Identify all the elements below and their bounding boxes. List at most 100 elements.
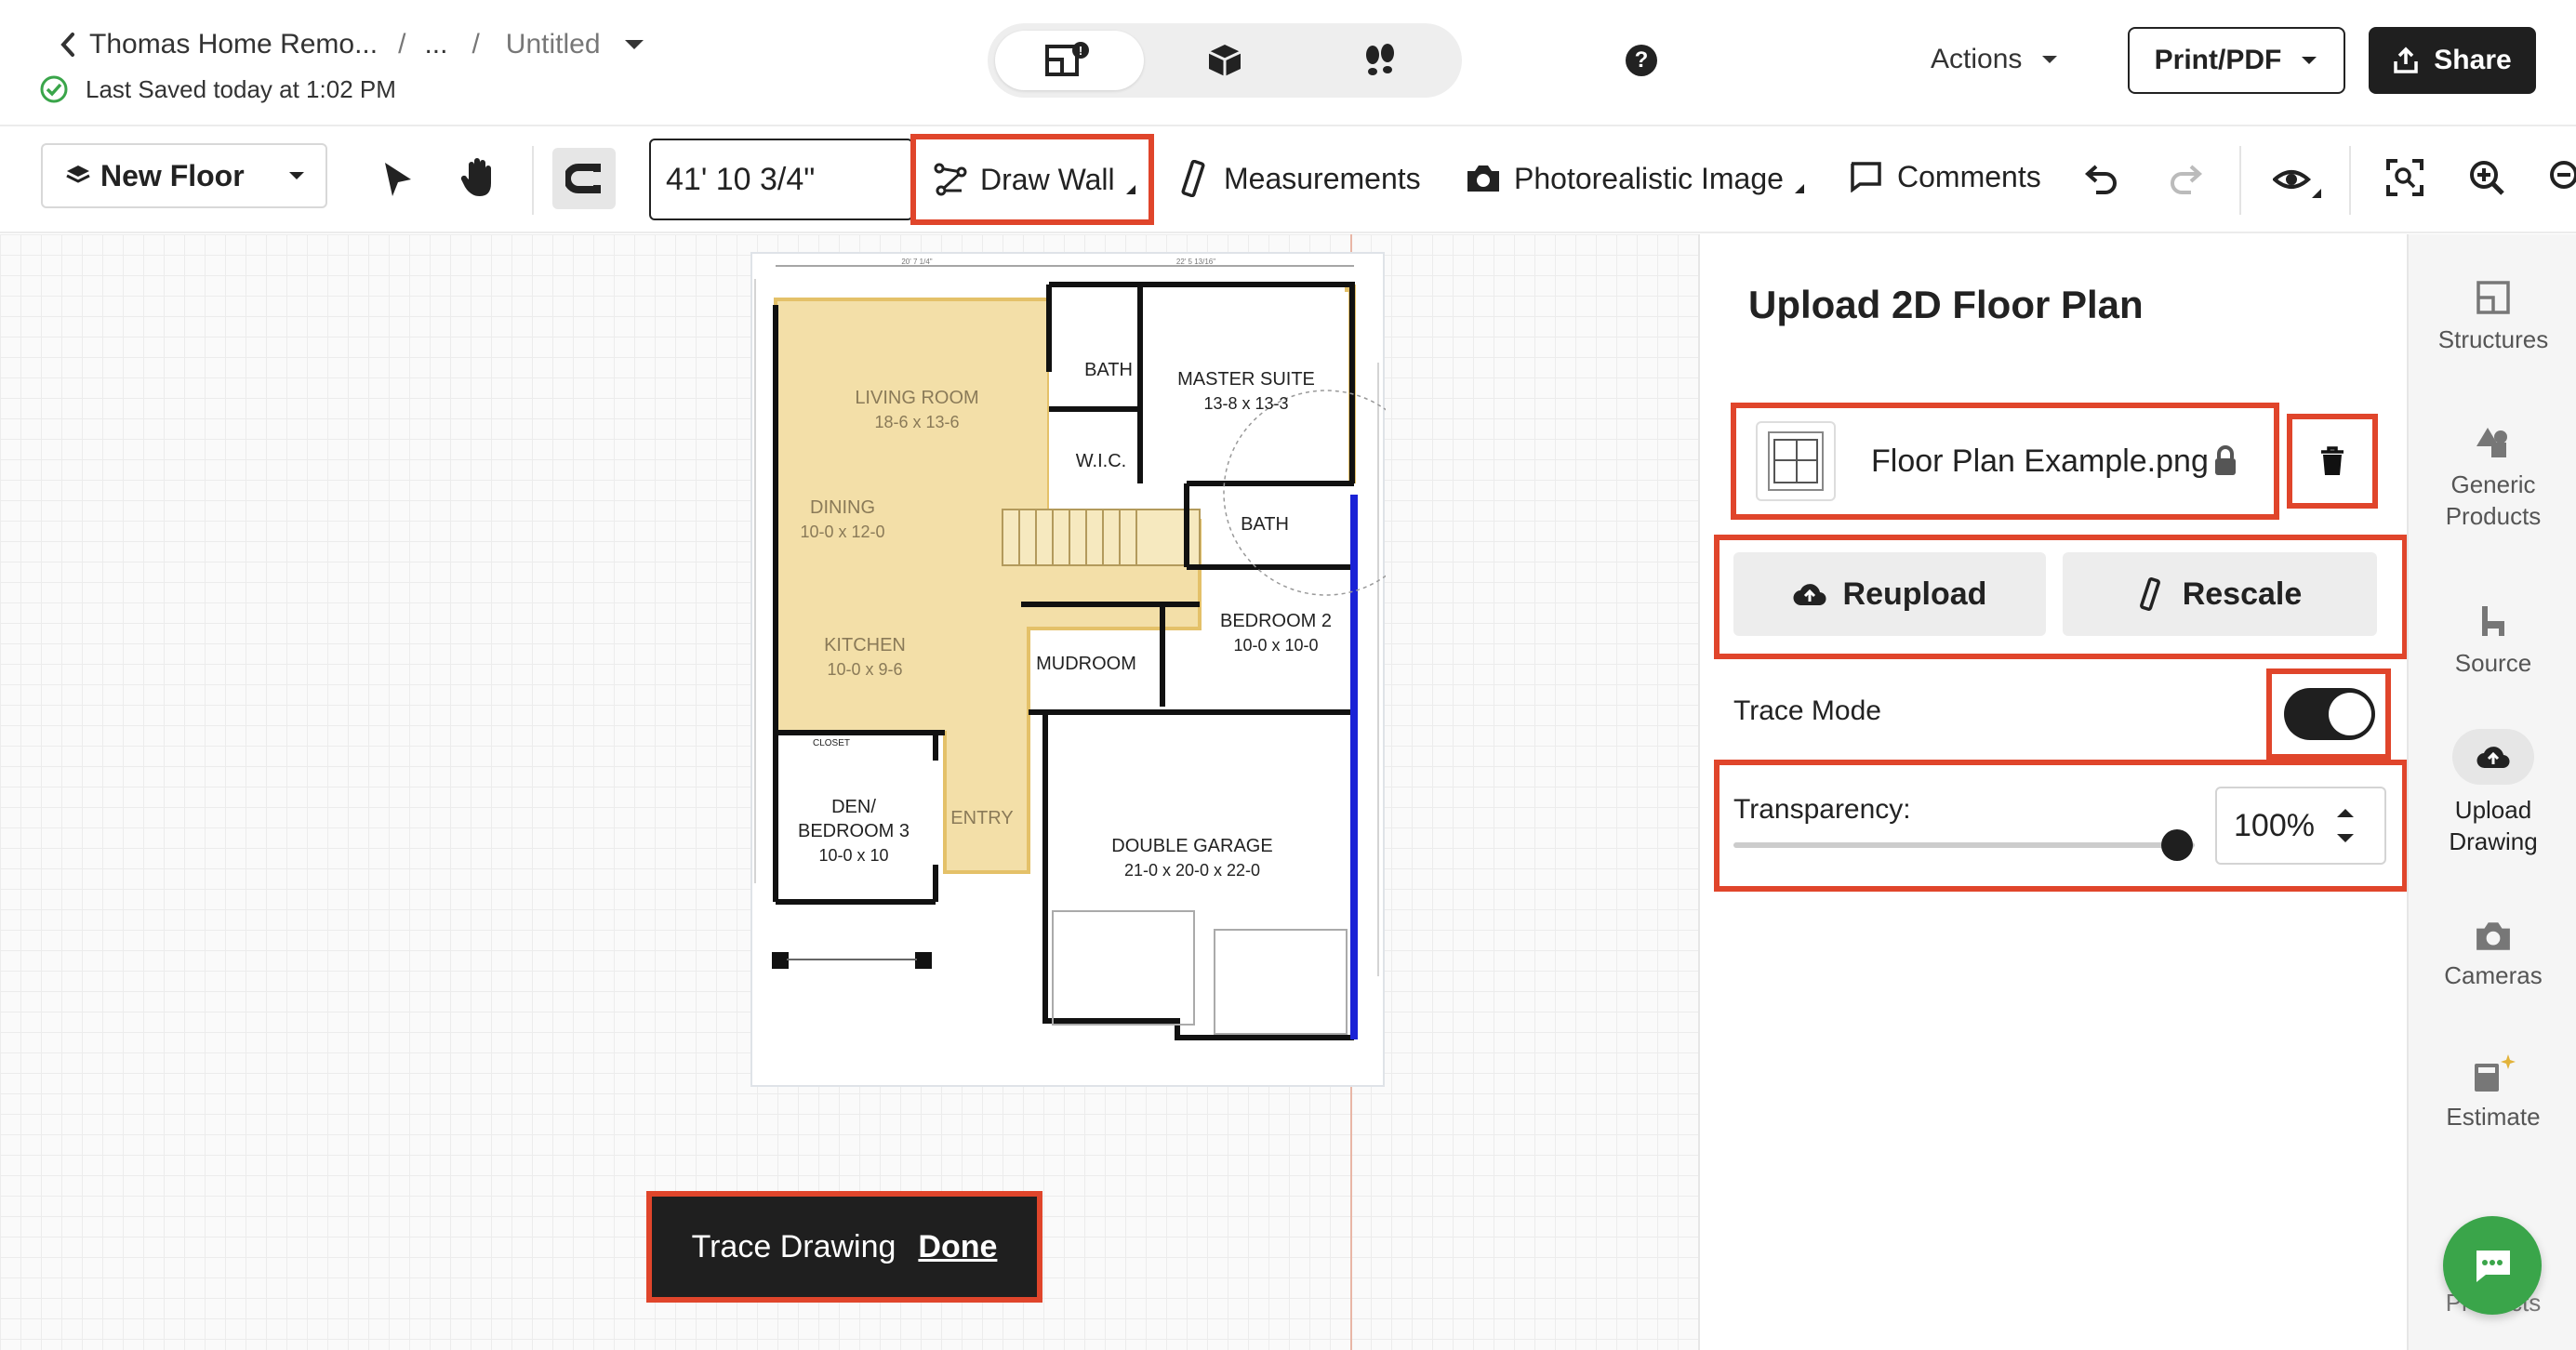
file-actions-group: Reupload Rescale: [1714, 535, 2408, 659]
undo-icon[interactable]: [2083, 161, 2120, 194]
upload-drawing-icon-pill: [2452, 729, 2534, 785]
sidebar-item-label: Cameras: [2444, 961, 2543, 989]
reupload-label: Reupload: [1842, 576, 1987, 612]
done-button[interactable]: Done: [918, 1229, 997, 1265]
floor-select[interactable]: New Floor: [41, 143, 327, 208]
2d-floor-plan-icon: !: [1045, 42, 1089, 76]
breadcrumb-separator: /: [398, 29, 406, 60]
walkthrough-footsteps-icon: [1366, 44, 1394, 75]
trace-mode-toggle[interactable]: [2284, 688, 2375, 740]
print-pdf-label: Print/PDF: [2154, 45, 2282, 75]
source-chair-icon: [2482, 606, 2504, 636]
view-3d-button[interactable]: [1150, 31, 1299, 90]
stepper-up-icon[interactable]: [2335, 807, 2356, 818]
upload-floor-plan-panel: Upload 2D Floor Plan Floor Plan Example.…: [1698, 234, 2408, 1350]
trace-mode-toggle-frame: [2266, 668, 2391, 760]
pan-hand-icon[interactable]: [459, 155, 498, 200]
photorealistic-image-button[interactable]: Photorealistic Image: [1466, 155, 1804, 202]
estimate-calculator-icon: [2475, 1054, 2516, 1092]
chat-bubble-icon: [2475, 1251, 2510, 1282]
sidebar-item-label: Products: [2445, 502, 2542, 530]
save-status: Last Saved today at 1:02 PM: [39, 73, 396, 106]
transparency-slider-thumb[interactable]: [2161, 829, 2193, 861]
caret-down-icon[interactable]: [623, 37, 645, 52]
room-label: MASTER SUITE: [1177, 369, 1315, 390]
saved-status-text: Last Saved today at 1:02 PM: [86, 74, 396, 103]
view-2d-button[interactable]: !: [995, 31, 1144, 90]
zoom-fit-icon[interactable]: [2386, 159, 2423, 196]
file-name: Floor Plan Example.png: [1871, 443, 2209, 479]
ruler-icon: [2139, 577, 2160, 611]
caret-down-icon: [2302, 57, 2317, 64]
top-bar: Thomas Home Remo... / ... / Untitled Las…: [0, 0, 2576, 126]
select-pointer-icon[interactable]: [379, 159, 417, 200]
file-thumbnail: [1756, 421, 1836, 501]
room-size-label: 13-8 x 13-3: [1203, 394, 1288, 413]
sidebar-item-generic-products[interactable]: Generic Products: [2409, 424, 2576, 532]
camera-icon: [2476, 922, 2510, 950]
wall-length-input[interactable]: 41' 10 3/4": [649, 139, 913, 220]
draw-wall-button[interactable]: Draw Wall: [910, 134, 1154, 225]
room-label: DINING: [810, 497, 875, 518]
dimension-label: 22' 5 13/16": [1176, 258, 1215, 266]
print-pdf-button[interactable]: Print/PDF: [2128, 27, 2345, 94]
rescale-button[interactable]: Rescale: [2063, 552, 2377, 636]
corner-caret-icon: [1125, 185, 1135, 194]
sidebar-item-label: Upload: [2454, 796, 2532, 824]
lock-icon: [2214, 445, 2236, 475]
snap-magnet-button[interactable]: [552, 148, 616, 209]
sidebar-item-source[interactable]: Source: [2409, 602, 2576, 679]
breadcrumb: Thomas Home Remo... / ... / Untitled: [58, 24, 645, 65]
transparency-slider-track[interactable]: [1733, 842, 2195, 848]
trace-drawing-label: Trace Drawing: [691, 1228, 896, 1264]
breadcrumb-separator: /: [471, 29, 480, 60]
visibility-eye-icon[interactable]: [2273, 165, 2323, 198]
comment-bubble-icon: [1851, 162, 1881, 192]
room-label: BEDROOM 2: [1220, 611, 1332, 631]
room-size-label: 10-0 x 9-6: [827, 660, 902, 679]
room-label: LIVING ROOM: [855, 388, 978, 408]
breadcrumb-ellipsis[interactable]: ...: [424, 29, 447, 60]
share-upload-icon: [2394, 46, 2419, 73]
measurements-button[interactable]: Measurements: [1179, 155, 1421, 202]
sidebar-item-estimate[interactable]: Estimate: [2409, 1052, 2576, 1132]
rescale-label: Rescale: [2182, 576, 2303, 612]
sidebar-item-structures[interactable]: Structures: [2409, 279, 2576, 355]
photorealistic-label: Photorealistic Image: [1514, 161, 1784, 195]
room-size-label: 10-0 x 10-0: [1233, 636, 1318, 655]
delete-file-button[interactable]: [2287, 414, 2378, 509]
transparency-label: Transparency:: [1733, 794, 1911, 825]
room-label: MUDROOM: [1036, 654, 1136, 674]
help-icon[interactable]: ?: [1626, 45, 1657, 76]
drawing-canvas[interactable]: 20' 7 1/4" 22' 5 13/16" LIVING ROOM 18-6…: [0, 234, 1698, 1350]
cloud-upload-icon: [1793, 584, 1826, 606]
trash-icon: [2321, 446, 2344, 475]
transparency-control: Transparency: 100%: [1714, 760, 2408, 892]
share-label: Share: [2434, 45, 2512, 75]
zoom-in-icon[interactable]: [2468, 159, 2505, 196]
sidebar-item-upload-drawing[interactable]: Upload Drawing: [2409, 729, 2576, 857]
sidebar-item-cameras[interactable]: Cameras: [2409, 920, 2576, 991]
caret-down-icon: [2042, 56, 2058, 63]
svg-text:!: !: [1079, 44, 1082, 58]
zoom-out-icon[interactable]: [2548, 159, 2576, 196]
redo-icon[interactable]: [2167, 161, 2204, 194]
trace-mode-label: Trace Mode: [1733, 695, 1881, 726]
room-label: BATH: [1241, 514, 1289, 535]
view-walkthrough-button[interactable]: [1306, 31, 1454, 90]
transparency-stepper[interactable]: [2335, 807, 2356, 844]
room-label: BATH: [1084, 360, 1133, 380]
toolbar: New Floor 41' 10 3/4" Draw Wall Measurem…: [0, 127, 2576, 233]
comments-button[interactable]: Comments: [1849, 153, 2041, 200]
stepper-down-icon[interactable]: [2335, 833, 2356, 844]
document-title[interactable]: Untitled: [506, 29, 601, 60]
corner-caret-icon: [1794, 184, 1804, 193]
share-button[interactable]: Share: [2369, 27, 2536, 94]
chat-support-button[interactable]: [2443, 1216, 2542, 1315]
reupload-button[interactable]: Reupload: [1733, 552, 2046, 636]
chevron-left-icon[interactable]: [58, 31, 78, 59]
room-size-label: 10-0 x 12-0: [800, 523, 884, 541]
transparency-input[interactable]: 100%: [2215, 787, 2386, 865]
actions-menu[interactable]: Actions: [1931, 39, 2059, 80]
breadcrumb-project[interactable]: Thomas Home Remo...: [89, 29, 378, 60]
